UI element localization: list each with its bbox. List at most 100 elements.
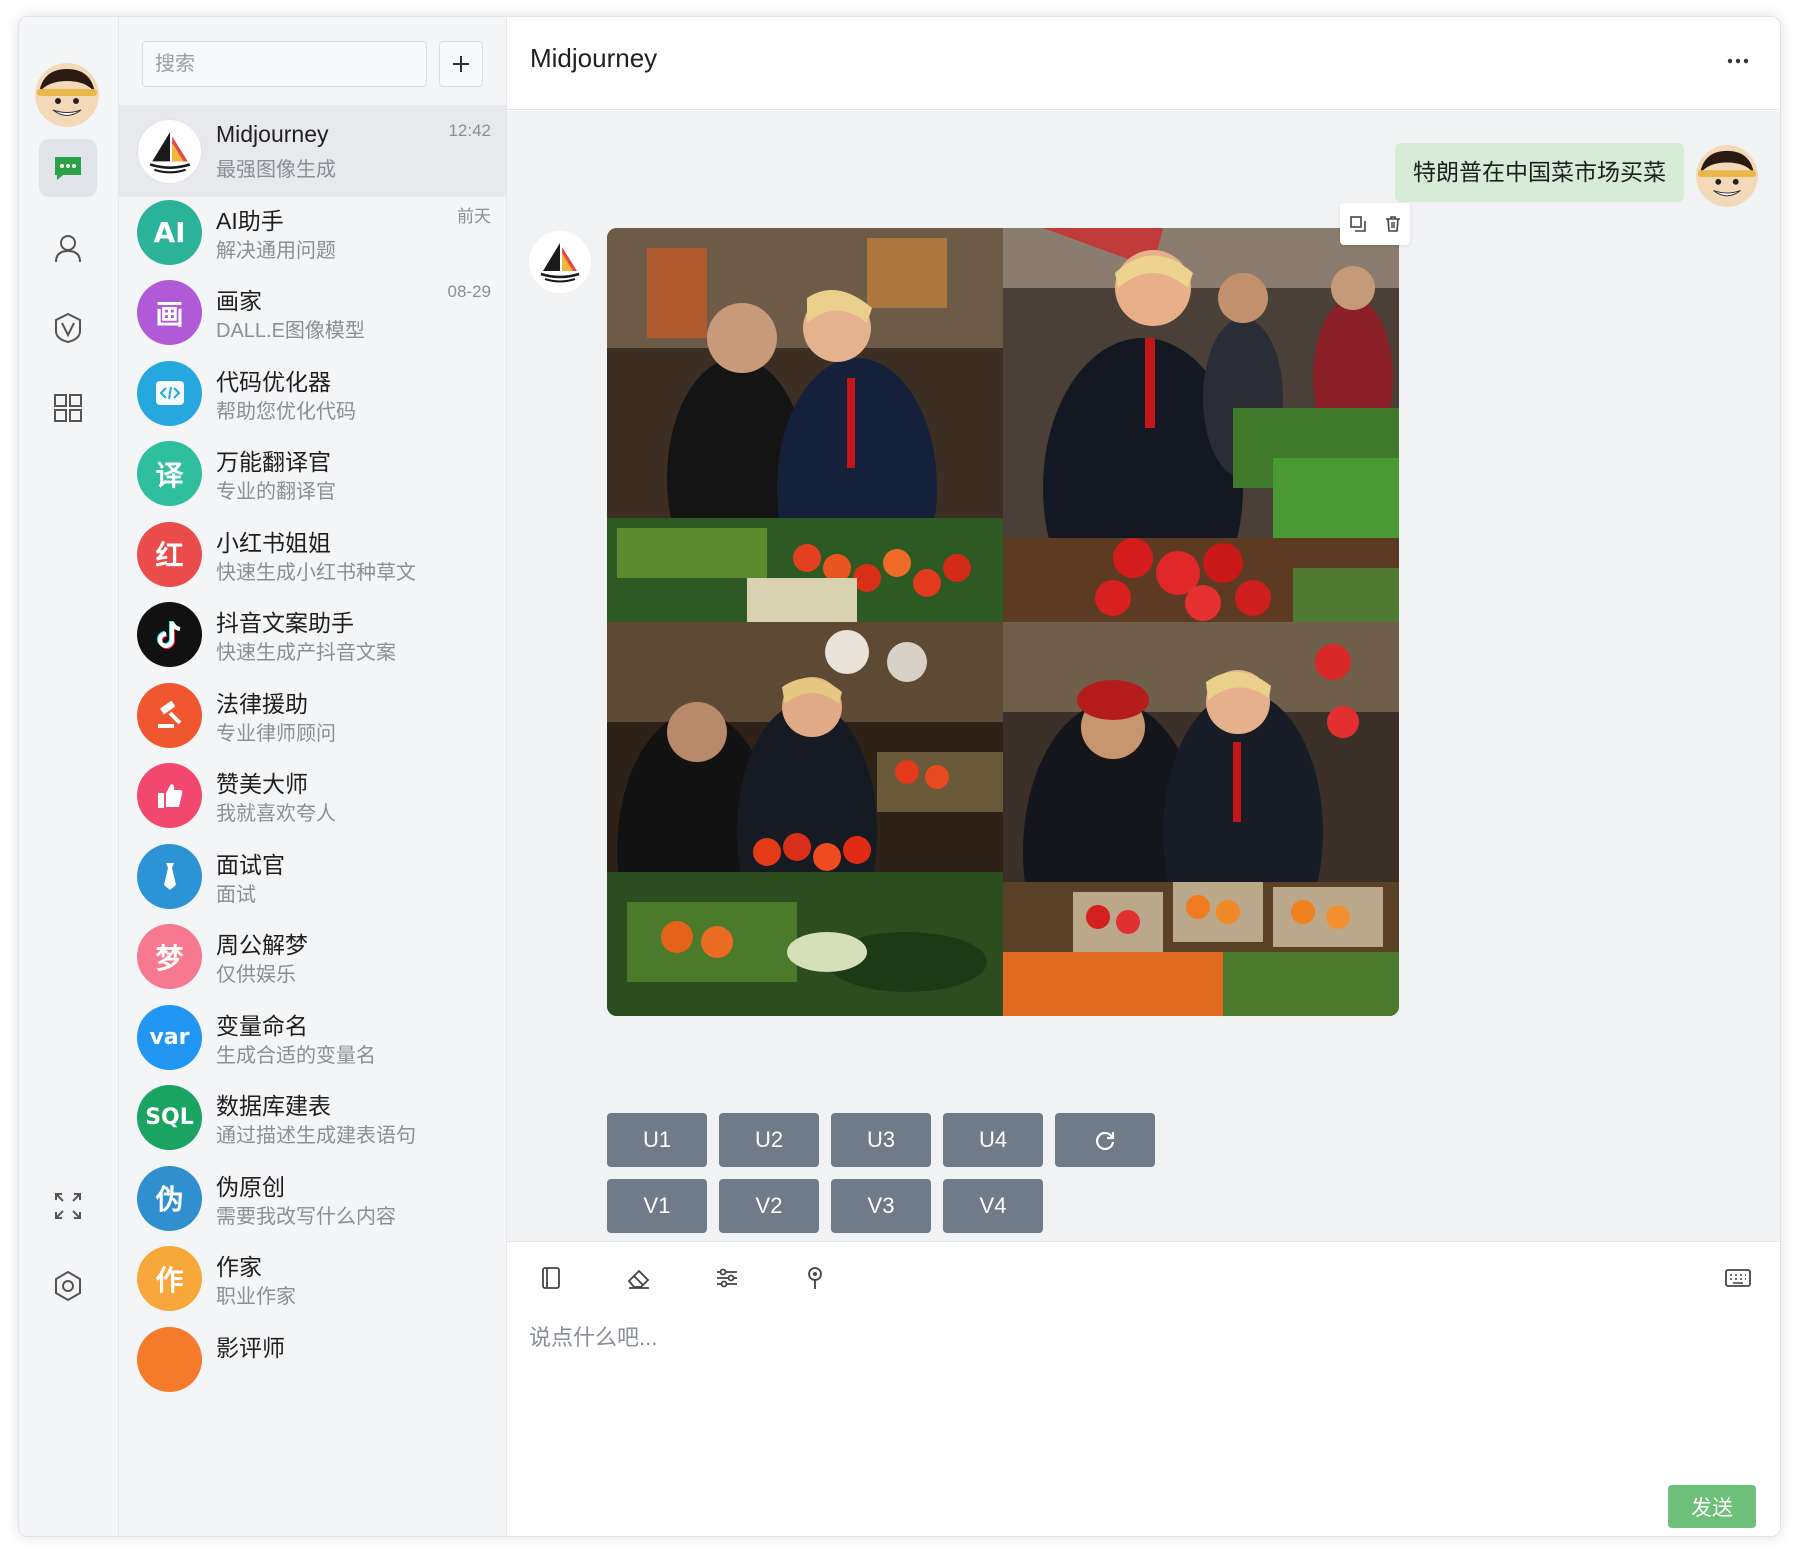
notebook-tool-button[interactable] — [529, 1256, 573, 1300]
conversation-avatar: var — [137, 1004, 202, 1070]
conversation-name: Midjourney — [216, 121, 329, 147]
settings-tool-button[interactable] — [705, 1256, 749, 1300]
tiktok-icon — [153, 618, 187, 652]
conversation-item[interactable]: Midjourney 最强图像生成 12:42 — [119, 105, 506, 197]
conversation-subtitle: 仅供娱乐 — [216, 964, 296, 986]
conversation-item[interactable]: 伪伪原创 需要我改写什么内容 — [119, 1152, 506, 1244]
conversation-item[interactable]: 红小红书姐姐快速生成小红书种草文 — [119, 508, 506, 600]
conversation-item[interactable]: SQL 数据库建表 通过描述生成建表语句 — [119, 1071, 506, 1163]
refresh-icon — [1095, 1131, 1115, 1151]
generated-image-4[interactable] — [1003, 622, 1399, 1016]
conversation-item[interactable]: 面试官 面试 — [119, 830, 506, 922]
conversation-item[interactable]: 抖音文案助手 快速生成产抖音文案 — [119, 588, 506, 680]
tie-icon — [153, 859, 187, 893]
icon-rail — [19, 17, 119, 1536]
conversation-subtitle: 专业的翻译官 — [216, 481, 336, 503]
upscale-button-u3[interactable]: U3 — [831, 1113, 931, 1167]
conversation-name: 数据库建表 — [216, 1093, 331, 1119]
conversation-item[interactable]: 作作家 职业作家 — [119, 1232, 506, 1324]
conversation-subtitle: 通过描述生成建表语句 — [216, 1125, 416, 1147]
generated-image-1[interactable] — [607, 228, 1003, 622]
conversation-subtitle: DALL.E图像模型 — [216, 320, 365, 342]
conversation-subtitle: 帮助您优化代码 — [216, 400, 356, 423]
variation-button-v3[interactable]: V3 — [831, 1179, 931, 1233]
conversation-subtitle: 面试 — [216, 883, 256, 906]
nav-vip-button[interactable] — [39, 299, 97, 357]
settings-button[interactable] — [39, 1257, 97, 1315]
search-bar — [142, 41, 484, 87]
conversation-subtitle: 专业律师顾问 — [216, 722, 336, 745]
upscale-button-u4[interactable]: U4 — [943, 1113, 1043, 1167]
more-icon — [1727, 58, 1749, 64]
conversation-subtitle: 职业作家 — [216, 1286, 296, 1308]
gear-icon — [55, 1270, 81, 1302]
eraser-tool-button[interactable] — [617, 1256, 661, 1300]
conversation-avatar: 译 — [137, 441, 202, 506]
more-options-button[interactable] — [1718, 41, 1758, 81]
nav-contacts-button[interactable] — [39, 219, 97, 277]
conversation-subtitle: 我就喜欢夸人 — [216, 803, 336, 825]
conversation-subtitle: 快速生成小红书种草文 — [216, 561, 416, 584]
person-icon — [55, 235, 81, 263]
message-area: 特朗普在中国菜市场买菜 U1 U2 U3 U4 V1 V2 V3 V4 — [507, 111, 1780, 1241]
conversation-name: 画家 — [216, 288, 262, 314]
variation-button-v2[interactable]: V2 — [719, 1179, 819, 1233]
chat-title: Midjourney — [530, 43, 658, 73]
notebook-icon — [542, 1267, 560, 1289]
reroll-button[interactable] — [1055, 1113, 1155, 1167]
conversation-item[interactable]: var 变量命名 生成合适的变量名 — [119, 991, 506, 1083]
add-conversation-button[interactable] — [439, 41, 483, 87]
nav-chat-button[interactable] — [39, 139, 97, 197]
generated-image-2[interactable] — [1003, 228, 1399, 622]
conversation-name: 作家 — [216, 1254, 262, 1280]
conversation-item[interactable]: 画画家 DALL.E图像模型 08-29 — [119, 266, 506, 358]
message-input[interactable] — [529, 1320, 1749, 1470]
variation-button-v1[interactable]: V1 — [607, 1179, 707, 1233]
fullscreen-button[interactable] — [39, 1177, 97, 1235]
conversation-avatar — [137, 119, 202, 184]
user-avatar[interactable] — [35, 63, 99, 127]
conversation-subtitle: 快速生成产抖音文案 — [216, 642, 396, 664]
message-composer: 发送 — [507, 1241, 1780, 1536]
conversation-item[interactable]: 代码优化器帮助您优化代码 — [119, 347, 506, 439]
conversation-name: 代码优化器 — [216, 368, 331, 395]
conversation-avatar: 梦 — [137, 924, 202, 989]
message-tools — [1340, 203, 1410, 245]
nav-apps-button[interactable] — [39, 379, 97, 437]
conversation-name: 万能翻译官 — [216, 449, 331, 475]
conversation-name: 面试官 — [216, 851, 285, 878]
user-message-bubble: 特朗普在中国菜市场买菜 — [1395, 143, 1684, 202]
generated-image-3[interactable] — [607, 622, 1003, 1016]
conversation-subtitle: 生成合适的变量名 — [216, 1044, 376, 1067]
conversation-item[interactable]: 影评师 — [119, 1313, 506, 1405]
vip-badge-icon — [55, 312, 81, 344]
delete-button[interactable] — [1383, 214, 1403, 234]
bot-avatar — [529, 231, 591, 293]
conversation-name: 伪原创 — [216, 1173, 285, 1200]
search-input[interactable] — [142, 41, 427, 87]
upscale-button-row: U1 U2 U3 U4 — [607, 1113, 1155, 1167]
conversation-item[interactable]: 法律援助 专业律师顾问 — [119, 669, 506, 761]
pin-tool-button[interactable] — [793, 1256, 837, 1300]
conversation-item[interactable]: 译万能翻译官专业的翻译官 — [119, 427, 506, 519]
eraser-icon — [627, 1269, 650, 1289]
pin-icon — [808, 1267, 822, 1289]
variation-button-v4[interactable]: V4 — [943, 1179, 1043, 1233]
conversation-avatar: 伪 — [137, 1165, 202, 1231]
send-button[interactable]: 发送 — [1668, 1485, 1756, 1528]
conversation-name: AI助手 — [216, 207, 284, 234]
conversation-item[interactable]: AI AI助手 解决通用问题 前天 — [119, 186, 506, 278]
keyboard-icon — [1725, 1269, 1751, 1287]
generated-image-grid[interactable] — [607, 228, 1399, 1016]
conversation-item[interactable]: 梦周公解梦 仅供娱乐 — [119, 910, 506, 1002]
trash-icon — [1385, 216, 1400, 232]
conversation-avatar: 红 — [137, 521, 202, 587]
conversation-name: 小红书姐姐 — [216, 529, 331, 556]
thumbs-up-icon — [153, 779, 187, 813]
keyboard-toggle-button[interactable] — [1716, 1256, 1760, 1300]
copy-button[interactable] — [1348, 214, 1368, 234]
conversation-item[interactable]: 赞美大师 我就喜欢夸人 — [119, 749, 506, 841]
upscale-button-u1[interactable]: U1 — [607, 1113, 707, 1167]
upscale-button-u2[interactable]: U2 — [719, 1113, 819, 1167]
code-icon — [153, 376, 187, 410]
